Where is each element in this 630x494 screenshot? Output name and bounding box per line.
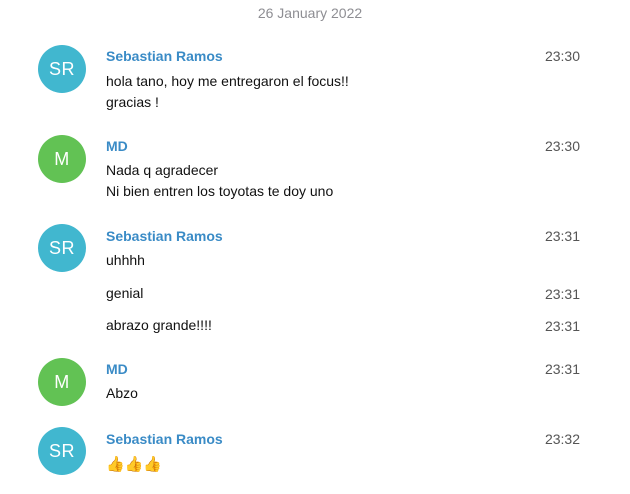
avatar[interactable]: SR [38, 427, 86, 475]
message-text: gracias ! [106, 94, 159, 110]
chat-date-header: 26 January 2022 [257, 5, 363, 21]
sender-name[interactable]: Sebastian Ramos [106, 48, 223, 64]
message-text: uhhhh [106, 252, 145, 268]
message-time: 23:31 [544, 286, 580, 302]
message-time: 23:31 [544, 361, 580, 377]
message-time: 23:31 [544, 318, 580, 334]
message-time: 23:30 [544, 138, 580, 154]
avatar[interactable]: M [38, 135, 86, 183]
message-time: 23:31 [544, 228, 580, 244]
avatar[interactable]: SR [38, 45, 86, 93]
avatar[interactable]: M [38, 358, 86, 406]
message-text: Abzo [106, 385, 138, 401]
message-text: abrazo grande!!!! [106, 317, 212, 333]
sender-name[interactable]: Sebastian Ramos [106, 228, 223, 244]
sender-name[interactable]: MD [106, 138, 128, 154]
thumbs-up-icon: 👍👍👍 [106, 455, 163, 473]
avatar[interactable]: SR [38, 224, 86, 272]
message-time: 23:30 [544, 48, 580, 64]
message-text: Ni bien entren los toyotas te doy uno [106, 183, 334, 199]
message-text: hola tano, hoy me entregaron el focus!! [106, 73, 349, 89]
message-text: genial [106, 285, 144, 301]
sender-name[interactable]: Sebastian Ramos [106, 431, 223, 447]
message-time: 23:32 [544, 431, 580, 447]
sender-name[interactable]: MD [106, 361, 128, 377]
message-text: Nada q agradecer [106, 162, 219, 178]
